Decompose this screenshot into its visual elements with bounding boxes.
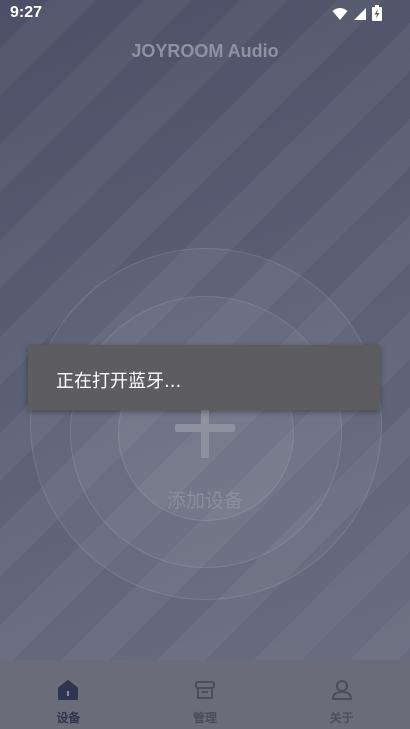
add-device-label[interactable]: 添加设备 [0, 486, 410, 513]
toast: 正在打开蓝牙... [28, 345, 380, 410]
signal-icon [353, 6, 367, 25]
bottom-nav: 设备 管理 关于 [0, 660, 410, 729]
nav-item-about[interactable]: 关于 [273, 660, 410, 729]
app-title: JOYROOM Audio [131, 41, 279, 61]
wifi-icon [332, 6, 348, 25]
nav-label-about: 关于 [329, 711, 354, 725]
user-icon [330, 678, 354, 702]
home-icon [56, 678, 80, 702]
battery-charging-icon [372, 5, 382, 25]
status-icons [332, 5, 382, 25]
status-bar: 9:27 [0, 0, 410, 28]
app-screen: 9:27 JOYROOM Audio 添加设备 正在打开蓝牙... 设备 管理 … [0, 0, 410, 729]
nav-label-devices: 设备 [56, 711, 81, 725]
nav-label-manage: 管理 [193, 711, 218, 725]
toast-message: 正在打开蓝牙... [56, 371, 182, 392]
plus-icon [165, 408, 245, 472]
status-time: 9:27 [10, 4, 43, 21]
nav-item-devices[interactable]: 设备 [0, 660, 137, 729]
box-icon [193, 678, 217, 702]
nav-item-manage[interactable]: 管理 [137, 660, 274, 729]
